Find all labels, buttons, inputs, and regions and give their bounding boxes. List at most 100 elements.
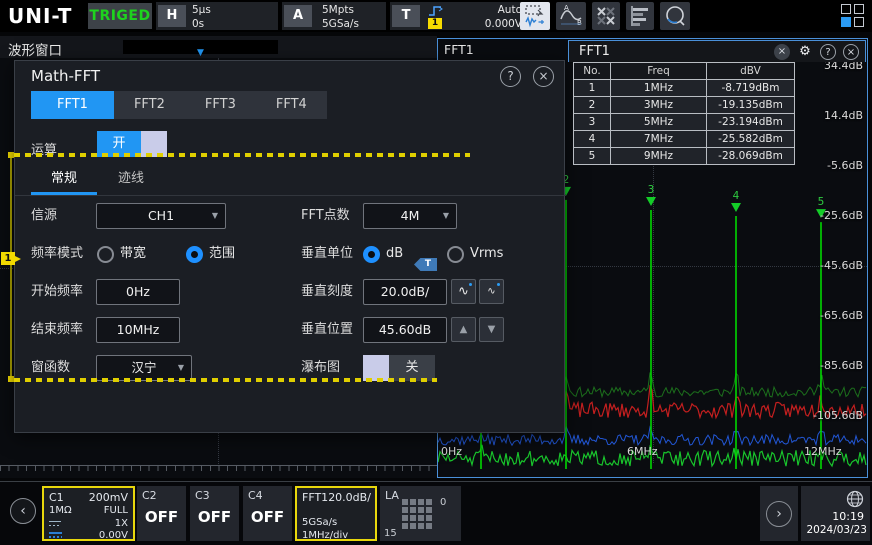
peak-table-cell: 5MHz	[611, 114, 706, 130]
fft-peak-window[interactable]: FFT1 × ⚙ ? × No.FreqdBV11MHz-8.719dBm23M…	[568, 40, 866, 62]
radio-range[interactable]	[186, 246, 203, 263]
pin-icon[interactable]: ⚙	[797, 44, 813, 60]
pos-up-button[interactable]: ▲	[451, 317, 476, 342]
wave-expand-icon: ∿	[458, 284, 469, 299]
peak-table-header: dBV	[707, 63, 794, 79]
ch1-trace-edge	[10, 155, 12, 380]
window-layout-button[interactable]	[841, 4, 865, 28]
tab-fft1[interactable]: FFT1	[31, 91, 114, 119]
channel-card-c2[interactable]: C2 OFF	[137, 486, 186, 541]
chevron-down-icon: ▼	[212, 204, 218, 228]
c3-state: OFF	[190, 508, 239, 526]
search-tool-button[interactable]	[660, 2, 690, 30]
chevron-down-icon: ▼	[197, 48, 204, 58]
acquire-settings-group[interactable]: A 5Mpts 5GSa/s	[282, 2, 386, 30]
peak-table-cell: -28.069dBm	[707, 148, 794, 164]
cursor-measure-button[interactable]: A B	[556, 2, 586, 30]
fft-card-hdiv: 1MHz/div	[302, 530, 348, 543]
radio-db[interactable]	[363, 246, 380, 263]
waveform-window-titlebar: 波形窗口 ▼	[0, 36, 437, 58]
c4-name: C4	[248, 489, 263, 502]
clock-card[interactable]: 10:19 2024/03/23	[801, 486, 870, 541]
freq-axis-label: 0Hz	[441, 445, 462, 458]
trigger-source-badge: 1	[428, 18, 442, 29]
arrow-down-icon: ▼	[488, 324, 496, 335]
subtab-general[interactable]: 常规	[31, 165, 97, 195]
la-card[interactable]: LA 0 15	[380, 486, 461, 541]
stop-freq-input[interactable]: 10MHz	[96, 317, 180, 343]
channel-card-c3[interactable]: C3 OFF	[190, 486, 239, 541]
horizontal-settings-group[interactable]: H 5μs 0s	[156, 2, 278, 30]
arrow-up-icon: ▲	[460, 324, 468, 335]
cursor-ab-icon: A B	[558, 3, 584, 29]
waveform-window-dropdown[interactable]: ▼	[123, 40, 278, 54]
expand-right-button[interactable]: ›	[766, 501, 792, 527]
radio-vrms-label: Vrms	[470, 235, 503, 273]
radio-bandwidth[interactable]	[97, 246, 114, 263]
waveform-tool-button[interactable]	[520, 2, 550, 30]
start-freq-input[interactable]: 0Hz	[96, 279, 180, 305]
vertical-scale-input[interactable]: 20.0dB/	[363, 279, 447, 305]
la-bit-grid	[402, 499, 434, 531]
wave-compress-icon: ∿	[487, 286, 495, 297]
close-window-icon[interactable]: ×	[843, 44, 859, 60]
channel-card-c4[interactable]: C4 OFF	[243, 486, 292, 541]
peak-table-cell: -25.582dBm	[707, 131, 794, 147]
fft-status-card[interactable]: FFT1 20.0dB/ 5GSa/s 1MHz/div	[295, 486, 377, 541]
db-axis-label: -105.6dB	[813, 409, 863, 422]
vertical-pos-input[interactable]: 45.60dB	[363, 317, 447, 343]
tab-fft2[interactable]: FFT2	[114, 91, 185, 119]
freq-axis-label: 12MHz	[804, 445, 842, 458]
collapse-left-button[interactable]: ‹	[10, 498, 36, 524]
ch1-level-marker[interactable]: 1	[1, 252, 15, 265]
brand-logo: UNI-T	[8, 4, 72, 28]
subtab-trace[interactable]: 迹线	[103, 165, 159, 195]
trigger-level: 0.000V	[485, 18, 522, 30]
c2-name: C2	[142, 489, 157, 502]
channel-card-c1[interactable]: C1 200mV 1MΩ FULL 1X 0.00V	[42, 486, 135, 541]
tab-fft4[interactable]: FFT4	[256, 91, 327, 119]
c4-state: OFF	[243, 508, 292, 526]
radio-vrms[interactable]	[447, 246, 464, 263]
vertical-scale-value: 20.0dB/	[381, 284, 430, 299]
close-icon[interactable]: ×	[533, 66, 554, 87]
timebase-scale: 5μs	[192, 4, 211, 16]
svg-text:5: 5	[818, 196, 825, 208]
math-tool-button[interactable]	[592, 2, 620, 30]
vertical-scale-label: 垂直刻度	[301, 273, 353, 311]
start-freq-value: 0Hz	[126, 284, 150, 299]
radio-range-label: 范围	[209, 235, 235, 273]
expand-right-card[interactable]: ›	[760, 486, 798, 541]
histogram-icon	[628, 4, 652, 28]
svg-text:4: 4	[733, 190, 740, 202]
tab-fft3[interactable]: FFT3	[185, 91, 256, 119]
peak-table-cell: -8.719dBm	[707, 80, 794, 96]
db-axis-label: -45.6dB	[820, 259, 863, 272]
dialog-subtab-bar: 常规迹线	[15, 165, 566, 196]
peak-table-cell: 1	[574, 80, 610, 96]
scale-compress-button[interactable]: ∿	[479, 279, 504, 304]
svg-text:A: A	[564, 4, 569, 12]
source-value: CH1	[148, 208, 174, 223]
vertical-pos-label: 垂直位置	[301, 311, 353, 349]
fft-card-scale: 20.0dB/	[328, 491, 371, 505]
source-select[interactable]: CH1 ▼	[96, 203, 226, 229]
c1-bandwidth: FULL	[104, 505, 128, 518]
trigger-settings-group[interactable]: T 1 Auto 0.000V	[390, 2, 530, 30]
time-axis-ruler	[0, 465, 437, 471]
peak-table-cell: 2	[574, 97, 610, 113]
help-icon[interactable]: ?	[820, 44, 836, 60]
scale-expand-button[interactable]: ∿	[451, 279, 476, 304]
points-select[interactable]: 4M ▼	[363, 203, 457, 229]
db-axis-label: -65.6dB	[820, 309, 863, 322]
db-axis-label: -85.6dB	[820, 359, 863, 372]
radio-bandwidth-label: 带宽	[120, 235, 146, 273]
help-icon[interactable]: ?	[500, 66, 521, 87]
dialog-title: Math-FFT	[31, 67, 100, 85]
close-icon[interactable]: ×	[774, 44, 790, 60]
fft-peak-window-titlebar[interactable]: FFT1 × ⚙ ? ×	[568, 40, 866, 62]
math-xy-icon	[594, 4, 618, 28]
histogram-tool-button[interactable]	[626, 2, 654, 30]
freq-mode-label: 频率模式	[31, 235, 83, 273]
pos-down-button[interactable]: ▼	[479, 317, 504, 342]
